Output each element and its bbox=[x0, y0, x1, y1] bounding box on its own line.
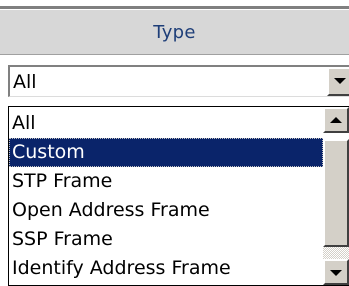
scroll-track[interactable] bbox=[323, 247, 349, 259]
list-item-all[interactable]: All bbox=[9, 109, 323, 138]
dropdown-options: All Custom STP Frame Open Address Frame … bbox=[9, 109, 323, 283]
list-item-identify-address-frame[interactable]: Identify Address Frame bbox=[9, 254, 323, 283]
list-item-stp-frame[interactable]: STP Frame bbox=[9, 167, 323, 196]
type-dropdown-list[interactable]: All Custom STP Frame Open Address Frame … bbox=[8, 106, 349, 286]
scroll-thumb[interactable] bbox=[323, 139, 349, 247]
list-item-open-address-frame[interactable]: Open Address Frame bbox=[9, 196, 323, 225]
list-item-ssp-frame[interactable]: SSP Frame bbox=[9, 225, 323, 254]
column-header-type[interactable]: Type bbox=[0, 10, 349, 55]
column-header-label: Type bbox=[153, 21, 196, 43]
scroll-up-arrow-icon[interactable] bbox=[323, 107, 349, 133]
top-divider bbox=[0, 0, 349, 10]
type-combobox[interactable]: All bbox=[8, 65, 349, 97]
vertical-scrollbar[interactable] bbox=[323, 107, 349, 285]
spacer bbox=[0, 55, 349, 65]
combobox-value: All bbox=[13, 71, 37, 93]
list-item-custom[interactable]: Custom bbox=[9, 138, 323, 167]
chevron-down-icon[interactable] bbox=[327, 67, 349, 96]
scroll-down-arrow-icon[interactable] bbox=[323, 259, 349, 285]
